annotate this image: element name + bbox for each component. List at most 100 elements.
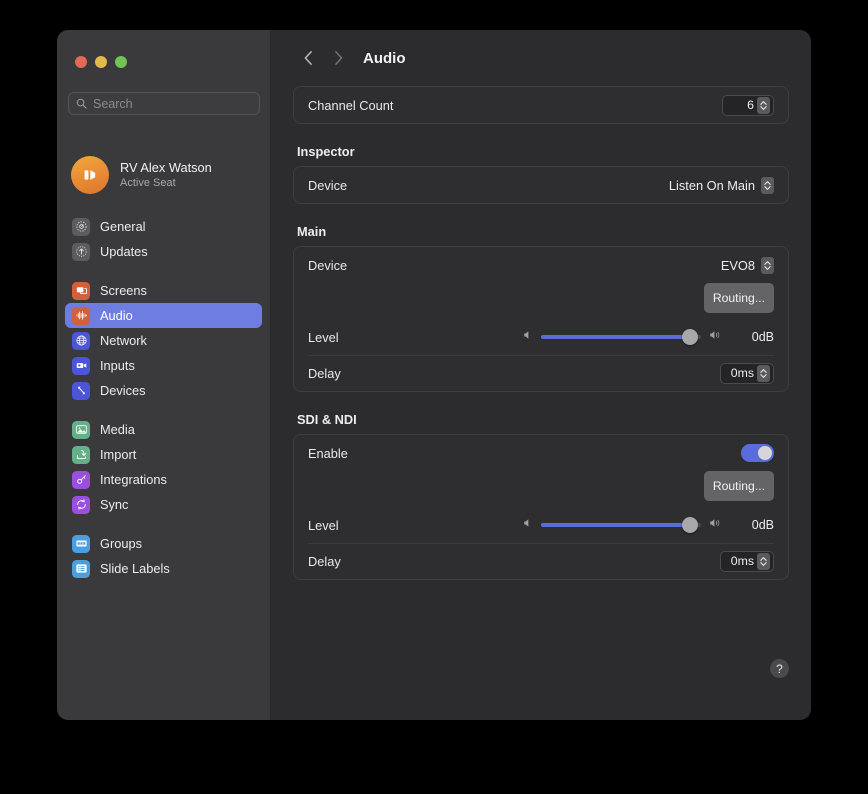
inspector-device-label: Device [308,177,348,193]
sidebar-item-groups[interactable]: Groups [65,531,262,556]
sdi-ndi-delay-stepper[interactable]: 0ms [719,550,774,572]
sidebar-item-label: Inputs [100,358,135,373]
sidebar-item-label: Devices [100,383,146,398]
profile-section[interactable]: RV Alex Watson Active Seat [71,156,261,194]
forward-button[interactable] [323,45,353,71]
sidebar-item-label: General [100,219,146,234]
sidebar-item-network[interactable]: Network [65,328,262,353]
speaker-min-icon [522,328,534,346]
sdi-ndi-section-title: SDI & NDI [297,412,357,427]
channel-count-stepper[interactable]: 6 [722,94,774,116]
channel-count-value: 6 [747,98,754,112]
sidebar-item-label: Slide Labels [100,561,170,576]
sidebar-item-import[interactable]: Import [65,442,262,467]
slider-knob[interactable] [681,517,698,533]
main-device-select[interactable]: EVO8 [720,256,774,274]
chevron-updown-icon[interactable] [761,176,774,194]
content-toolbar: Audio [271,30,811,86]
sidebar-item-slide-labels[interactable]: Slide Labels [65,556,262,581]
zoom-button[interactable] [115,56,127,68]
sdi-ndi-card: Enable Routing... Level 0dB Delay 0ms [293,434,789,580]
camera-icon [72,356,90,375]
sidebar-item-screens[interactable]: Screens [65,278,262,303]
sdi-ndi-delay-row: Delay 0ms [294,543,788,579]
main-routing-button[interactable]: Routing... [703,283,774,313]
channel-count-label: Channel Count [308,97,394,113]
sidebar-item-sync[interactable]: Sync [65,492,262,517]
inspector-device-value: Listen On Main [668,177,755,193]
sidebar-item-label: Media [100,422,135,437]
sdi-ndi-delay-label: Delay [308,553,341,569]
stepper-arrows-icon[interactable] [757,96,770,114]
help-button[interactable]: ? [770,659,789,678]
speaker-max-icon [708,328,723,346]
main-delay-row: Delay 0ms [294,355,788,391]
stepper-arrows-icon[interactable] [757,552,770,570]
photo-icon [72,420,90,439]
waveform-icon [72,306,90,325]
sidebar-item-updates[interactable]: Updates [65,239,262,264]
sidebar-item-label: Updates [100,244,148,259]
sidebar-item-devices[interactable]: Devices [65,378,262,403]
sdi-ndi-level-label: Level [308,517,339,533]
toggle-knob [758,446,772,460]
main-card: Device EVO8 Routing... Level 0dB Delay 0… [293,246,789,392]
globe-icon [72,331,90,350]
sidebar-item-inputs[interactable]: Inputs [65,353,262,378]
close-button[interactable] [75,56,87,68]
screens-icon [72,281,90,300]
inspector-device-select[interactable]: Listen On Main [668,176,774,194]
main-level-label: Level [308,329,339,345]
groups-icon [72,534,90,553]
main-level-value: 0dB [751,330,774,344]
main-level-slider[interactable] [541,329,701,345]
key-icon [72,470,90,489]
search-icon [76,98,87,109]
device-link-icon [72,381,90,400]
main-device-row: Device EVO8 [294,247,788,283]
main-device-label: Device [308,257,348,273]
sidebar-item-general[interactable]: General [65,214,262,239]
main-routing-row: Routing... [294,283,788,319]
traffic-lights [75,56,127,68]
inspector-device-row: Device Listen On Main [294,167,788,203]
sdi-ndi-level-value: 0dB [751,518,774,532]
channel-count-card: Channel Count 6 [293,86,789,124]
inspector-card: Device Listen On Main [293,166,789,204]
sdi-ndi-level-slider[interactable] [541,517,701,533]
main-device-value: EVO8 [720,257,755,273]
sidebar-item-label: Audio [100,308,133,323]
sidebar-item-integrations[interactable]: Integrations [65,467,262,492]
import-arrow-icon [72,445,90,464]
page-title: Audio [363,49,406,67]
chevron-updown-icon[interactable] [761,256,774,274]
slider-knob[interactable] [681,329,698,345]
main-section-title: Main [297,224,327,239]
search-input[interactable] [93,96,252,111]
sidebar-item-audio[interactable]: Audio [65,303,262,328]
sidebar-item-media[interactable]: Media [65,417,262,442]
search-field[interactable] [68,92,260,115]
minimize-button[interactable] [95,56,107,68]
avatar [71,156,109,194]
sdi-ndi-delay-value: 0ms [730,554,754,568]
profile-name: RV Alex Watson [120,159,212,175]
content-pane: Audio Channel Count 6 Inspector Device L… [271,30,811,720]
sidebar-nav: General Updates Screens Audio Network In… [57,214,270,595]
sidebar: RV Alex Watson Active Seat General [57,30,271,720]
sidebar-item-label: Integrations [100,472,167,487]
profile-status: Active Seat [120,176,176,189]
list-icon [72,559,90,578]
sidebar-item-label: Sync [100,497,129,512]
back-button[interactable] [293,45,323,71]
main-delay-label: Delay [308,365,341,381]
inspector-section-title: Inspector [297,144,355,159]
stepper-arrows-icon[interactable] [757,364,770,382]
sidebar-item-label: Import [100,447,137,462]
sdi-ndi-enable-toggle[interactable] [741,444,774,462]
main-delay-stepper[interactable]: 0ms [719,362,774,384]
channel-count-row: Channel Count 6 [294,87,788,123]
slider-fill [541,523,690,527]
sdi-ndi-enable-label: Enable [308,445,348,461]
sdi-ndi-routing-button[interactable]: Routing... [703,471,774,501]
